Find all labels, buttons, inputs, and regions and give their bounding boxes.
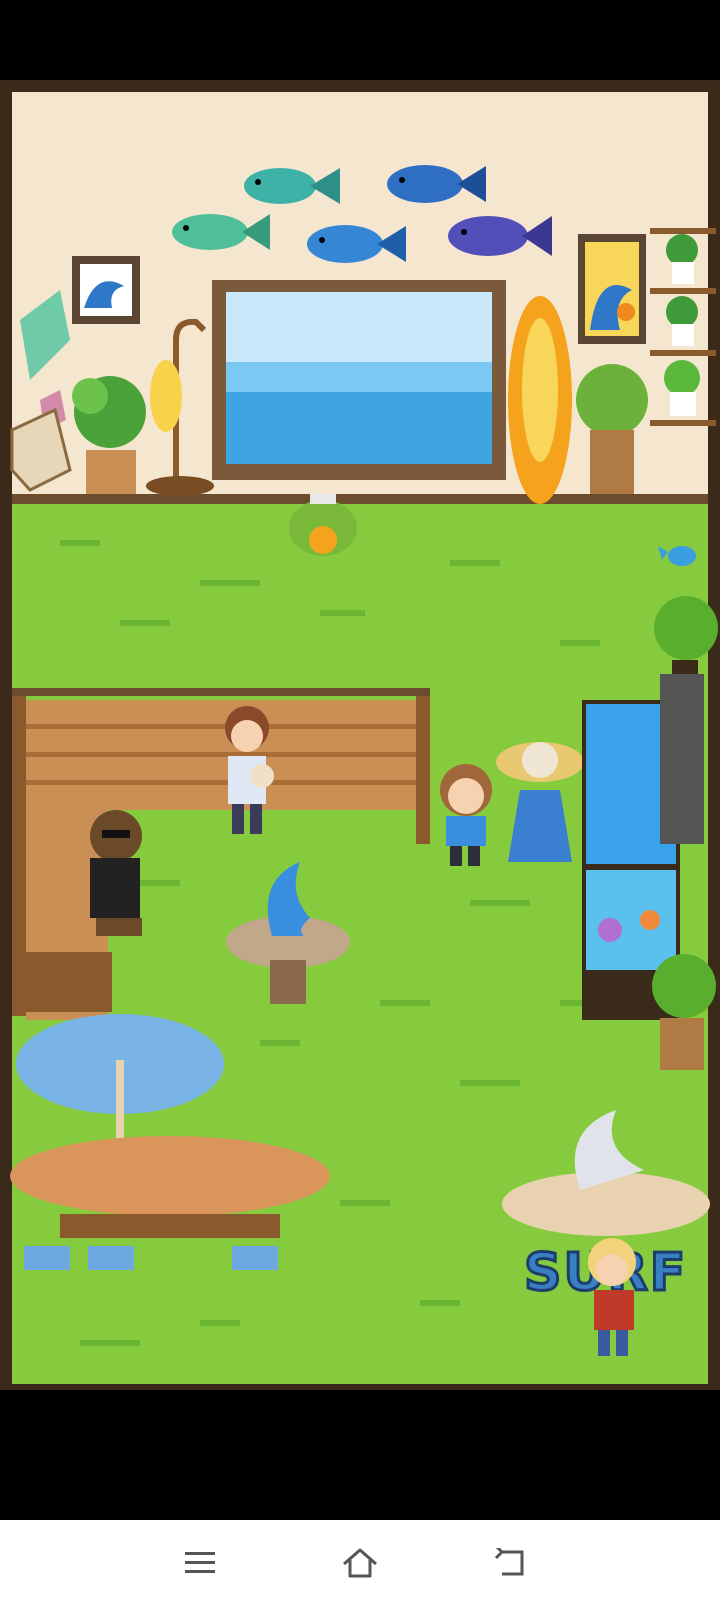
wave-painting-left	[72, 256, 140, 324]
bigfoot-in-sunglasses[interactable]	[90, 810, 142, 936]
menu-icon[interactable]	[172, 1540, 228, 1586]
back-icon[interactable]	[482, 1540, 538, 1586]
game-scene[interactable]: SURF	[0, 0, 720, 1605]
window-ocean-view	[212, 280, 506, 480]
surfboard	[508, 296, 572, 504]
wave-painting-right	[578, 234, 646, 344]
home-icon[interactable]	[332, 1540, 388, 1586]
system-nav-bar	[0, 1520, 720, 1605]
